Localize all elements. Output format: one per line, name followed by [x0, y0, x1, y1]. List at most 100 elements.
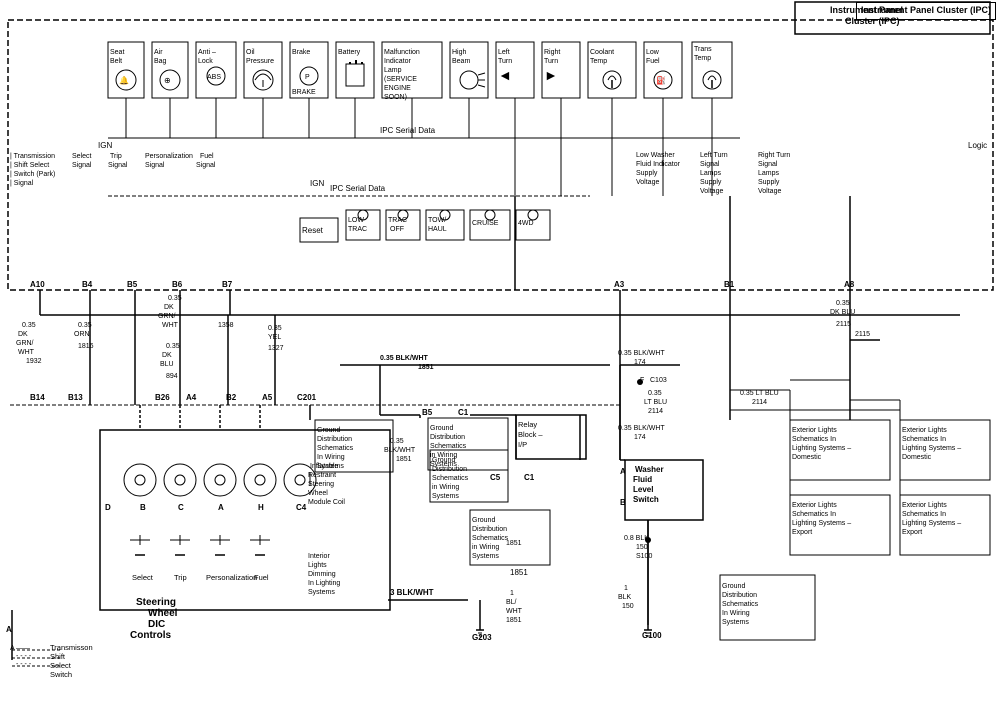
svg-text:C1: C1	[458, 408, 469, 417]
svg-text:Voltage: Voltage	[758, 188, 781, 195]
svg-text:Systems: Systems	[432, 493, 459, 500]
svg-text:CRUISE: CRUISE	[472, 220, 499, 227]
svg-text:Temp: Temp	[590, 58, 607, 65]
svg-text:B6: B6	[172, 280, 183, 289]
svg-text:Lighting Systems –: Lighting Systems –	[902, 520, 961, 527]
wiring-diagram: Instrument Panel Cluster (IPC) Logic IGN…	[0, 0, 1000, 701]
svg-text:(SERVICE: (SERVICE	[384, 76, 417, 83]
svg-text:BLK/WHT: BLK/WHT	[384, 447, 416, 454]
svg-text:Washer: Washer	[635, 465, 664, 474]
svg-text:Schematics: Schematics	[432, 475, 469, 482]
svg-text:Fluid: Fluid	[633, 475, 652, 484]
svg-text:Controls: Controls	[130, 630, 172, 641]
svg-text:TOW/: TOW/	[428, 217, 446, 224]
svg-text:| Signal: | Signal	[10, 180, 34, 187]
svg-text:C5: C5	[490, 473, 501, 482]
svg-text:0.35: 0.35	[168, 295, 182, 302]
svg-text:174: 174	[634, 434, 646, 441]
svg-text:150: 150	[636, 544, 648, 551]
svg-text:Supply: Supply	[636, 170, 658, 177]
title-box: Instrument Panel Cluster (IPC)	[856, 2, 996, 20]
svg-text:Ground: Ground	[722, 583, 745, 590]
svg-text:Distribution: Distribution	[430, 434, 465, 441]
svg-text:B5: B5	[127, 280, 138, 289]
svg-text:Systems: Systems	[430, 461, 457, 468]
svg-text:Signal: Signal	[145, 162, 165, 169]
svg-text:1358: 1358	[218, 322, 234, 329]
svg-text:B4: B4	[82, 280, 93, 289]
svg-text:Low Washer: Low Washer	[636, 152, 675, 159]
svg-text:4WD: 4WD	[518, 220, 534, 227]
svg-text:In Wiring: In Wiring	[317, 454, 345, 461]
svg-text:Schematics: Schematics	[722, 601, 759, 608]
svg-text:DK: DK	[162, 352, 172, 359]
svg-text:Systems: Systems	[722, 619, 749, 626]
svg-text:in Wiring: in Wiring	[430, 452, 457, 459]
svg-text:Exterior Lights: Exterior Lights	[902, 427, 947, 434]
svg-text:IGN: IGN	[98, 141, 112, 150]
svg-text:C: C	[178, 503, 184, 512]
svg-text:Ground: Ground	[472, 517, 495, 524]
svg-text:TRAC: TRAC	[348, 226, 367, 233]
svg-text:B14: B14	[30, 393, 45, 402]
svg-text:Fuel: Fuel	[254, 573, 269, 582]
svg-text:0.35: 0.35	[22, 322, 36, 329]
svg-text:⛽: ⛽	[656, 75, 666, 85]
svg-text:A5: A5	[262, 393, 273, 402]
svg-text:SOON): SOON)	[384, 94, 407, 101]
svg-text:HAUL: HAUL	[428, 226, 447, 233]
svg-text:——: ——	[16, 645, 30, 652]
svg-text:Block –: Block –	[518, 430, 543, 439]
svg-text:Distribution: Distribution	[472, 526, 507, 533]
svg-text:Select: Select	[132, 573, 154, 582]
svg-text:1816: 1816	[78, 343, 94, 350]
title-text: Instrument Panel Cluster (IPC)	[861, 5, 991, 15]
svg-text:150: 150	[622, 603, 634, 610]
svg-text:Switch: Switch	[50, 670, 72, 679]
svg-text:C4: C4	[296, 503, 307, 512]
svg-text:Export: Export	[902, 529, 922, 536]
svg-text:Dimming: Dimming	[308, 571, 336, 578]
svg-text:Air: Air	[154, 49, 163, 56]
svg-text:1851: 1851	[396, 456, 412, 463]
svg-text:C1: C1	[524, 473, 535, 482]
svg-text:Signal: Signal	[108, 162, 128, 169]
svg-text:WHT: WHT	[506, 608, 523, 615]
svg-text:Lock: Lock	[198, 58, 213, 65]
svg-text:Schematics: Schematics	[430, 443, 467, 450]
svg-text:Lamps: Lamps	[758, 170, 780, 177]
svg-text:G100: G100	[642, 631, 662, 640]
svg-text:C201: C201	[297, 393, 317, 402]
svg-text:A3: A3	[614, 280, 625, 289]
svg-text:B: B	[620, 498, 626, 507]
svg-text:Signal: Signal	[700, 161, 720, 168]
svg-text:IPC Serial Data: IPC Serial Data	[330, 184, 386, 193]
svg-text:Signal: Signal	[758, 161, 778, 168]
svg-text:I/P: I/P	[518, 440, 527, 449]
svg-text:in Wiring: in Wiring	[432, 484, 459, 491]
svg-text:OFF: OFF	[390, 226, 404, 233]
svg-text:Systems: Systems	[472, 553, 499, 560]
svg-text:BRAKE: BRAKE	[292, 89, 316, 96]
svg-text:High: High	[452, 49, 467, 56]
diagram-container: Instrument Panel Cluster (IPC) Instrumen…	[0, 0, 1000, 701]
svg-text:B7: B7	[222, 280, 233, 289]
svg-text:BL/: BL/	[506, 599, 517, 606]
svg-text:Systems: Systems	[308, 589, 335, 596]
svg-text:2114: 2114	[752, 399, 767, 406]
svg-text:| Transmission: | Transmission	[10, 153, 55, 160]
svg-text:B: B	[140, 503, 146, 512]
svg-text:Indicator: Indicator	[384, 58, 412, 65]
svg-text:⊕: ⊕	[164, 76, 171, 85]
svg-text:Distribution: Distribution	[317, 436, 352, 443]
svg-text:Fuel: Fuel	[200, 153, 214, 160]
svg-text:3 BLK/WHT: 3 BLK/WHT	[390, 588, 434, 597]
svg-text:Left: Left	[498, 49, 510, 56]
svg-text:Steering: Steering	[308, 481, 334, 488]
svg-text:🔔: 🔔	[119, 76, 129, 85]
svg-text:0.35: 0.35	[166, 343, 180, 350]
svg-text:Anti –: Anti –	[198, 49, 216, 56]
svg-text:1932: 1932	[26, 358, 42, 365]
svg-text:894: 894	[166, 373, 178, 380]
svg-text:IPC Serial Data: IPC Serial Data	[380, 126, 436, 135]
